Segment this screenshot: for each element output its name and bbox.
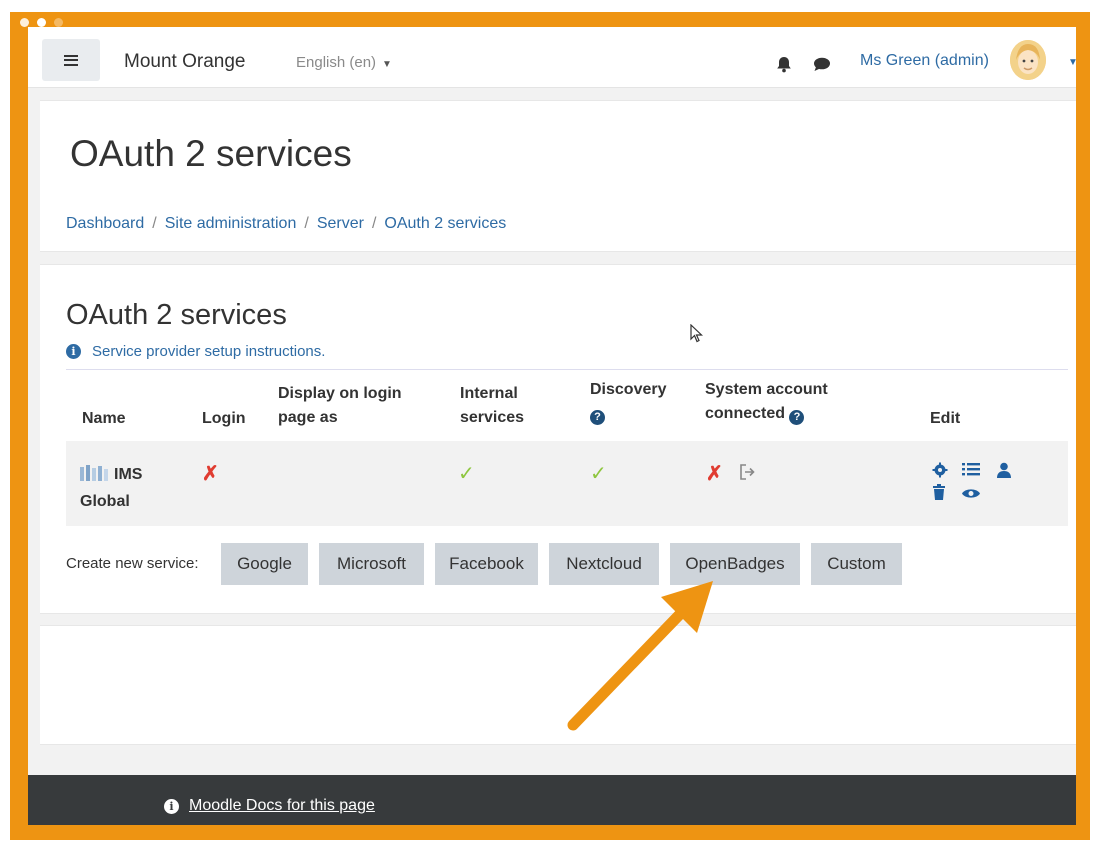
language-menu[interactable]: English (en) ▼ xyxy=(296,54,392,71)
menu-icon xyxy=(64,54,78,66)
page-footer: i Moodle Docs for this page xyxy=(28,775,1076,825)
column-header-display-line2: page as xyxy=(278,409,338,426)
service-name-line1: IMS xyxy=(114,466,143,483)
breadcrumb-server[interactable]: Server xyxy=(317,215,364,232)
user-icon[interactable] xyxy=(997,462,1011,483)
info-icon: i xyxy=(164,798,179,814)
moodle-docs-link[interactable]: i Moodle Docs for this page xyxy=(164,797,375,815)
list-icon[interactable] xyxy=(962,462,980,482)
breadcrumb-oauth2-services[interactable]: OAuth 2 services xyxy=(384,215,506,232)
table-header: Name Login Display on login page as Inte… xyxy=(66,369,1068,435)
chat-icon[interactable] xyxy=(813,57,831,77)
column-header-discovery-label: Discovery xyxy=(590,381,667,398)
service-name-line2: Global xyxy=(80,493,130,510)
window-dot-maximize[interactable] xyxy=(54,18,63,27)
column-header-display-line1: Display on login xyxy=(278,385,402,402)
create-service-label: Create new service: xyxy=(66,555,199,572)
column-header-system-line2: connected xyxy=(705,405,786,422)
custom-button[interactable]: Custom xyxy=(811,543,902,585)
internal-services-check-icon: ✓ xyxy=(458,463,475,485)
page-title: OAuth 2 services xyxy=(70,133,352,174)
column-header-edit: Edit xyxy=(930,410,961,427)
breadcrumb: Dashboard / Site administration / Server / OAu… xyxy=(66,215,506,233)
column-header-discovery: Discovery ? xyxy=(590,378,667,426)
column-header-login: Login xyxy=(202,410,246,427)
site-name[interactable]: Mount Orange xyxy=(124,51,245,73)
breadcrumb-dashboard[interactable]: Dashboard xyxy=(66,215,144,232)
menu-toggle-button[interactable] xyxy=(42,39,100,81)
caret-down-icon: ▼ xyxy=(382,59,392,70)
setup-link-label: Service provider setup instructions. xyxy=(92,343,326,360)
caret-down-icon[interactable]: ▼ xyxy=(1068,57,1076,68)
annotation-arrow-icon xyxy=(567,581,713,731)
language-label: English (en) xyxy=(296,54,377,71)
discovery-check-icon: ✓ xyxy=(590,463,607,485)
help-icon[interactable]: ? xyxy=(590,409,605,425)
trash-icon[interactable] xyxy=(932,484,946,505)
setup-instructions-link[interactable]: i Service provider setup instructions. xyxy=(66,343,325,360)
connect-system-account-icon[interactable] xyxy=(738,463,756,486)
page-header: OAuth 2 services Dashboard / Site administ… xyxy=(40,100,1076,252)
column-header-internal-line2: services xyxy=(460,409,525,426)
google-button[interactable]: Google xyxy=(221,543,308,585)
section-title: OAuth 2 services xyxy=(66,299,287,331)
system-account-cross-icon: ✗ xyxy=(706,463,723,485)
login-disabled-icon: ✗ xyxy=(202,463,219,485)
microsoft-button[interactable]: Microsoft xyxy=(319,543,424,585)
window-dot-minimize[interactable] xyxy=(37,18,46,27)
facebook-button[interactable]: Facebook xyxy=(435,543,538,585)
avatar[interactable] xyxy=(1010,40,1046,80)
column-header-internal-services: Internal services xyxy=(460,382,524,430)
column-header-system-account: System account connected ? xyxy=(705,378,828,426)
column-header-internal-line1: Internal xyxy=(460,385,518,402)
browser-window: Mount Orange English (en) ▼ Ms Green (adm… xyxy=(28,27,1076,825)
breadcrumb-site-administration[interactable]: Site administration xyxy=(165,215,297,232)
bell-icon[interactable] xyxy=(776,56,792,78)
moodle-docs-link-label: Moodle Docs for this page xyxy=(189,797,375,814)
breadcrumb-separator: / xyxy=(304,215,309,232)
eye-icon[interactable] xyxy=(962,486,980,504)
table-row: IMS Global ✗ ✓ ✓ ✗ xyxy=(66,441,1068,526)
navbar: Mount Orange English (en) ▼ Ms Green (adm… xyxy=(28,27,1076,88)
ims-logo-icon xyxy=(80,465,108,481)
service-name: IMS Global xyxy=(80,461,142,515)
breadcrumb-separator: / xyxy=(371,215,377,232)
info-icon: i xyxy=(66,344,81,359)
column-header-name: Name xyxy=(82,410,126,427)
window-dot-close[interactable] xyxy=(20,18,29,27)
column-header-system-line1: System account xyxy=(705,381,828,398)
main-content: OAuth 2 services i Service provider setu… xyxy=(40,264,1076,614)
gear-icon[interactable] xyxy=(932,462,948,483)
column-header-display: Display on login page as xyxy=(278,382,402,430)
window-controls xyxy=(20,18,63,27)
breadcrumb-separator: / xyxy=(152,215,157,232)
mouse-cursor-icon xyxy=(690,324,703,343)
user-menu[interactable]: Ms Green (admin) xyxy=(860,52,989,70)
help-icon[interactable]: ? xyxy=(789,409,805,425)
